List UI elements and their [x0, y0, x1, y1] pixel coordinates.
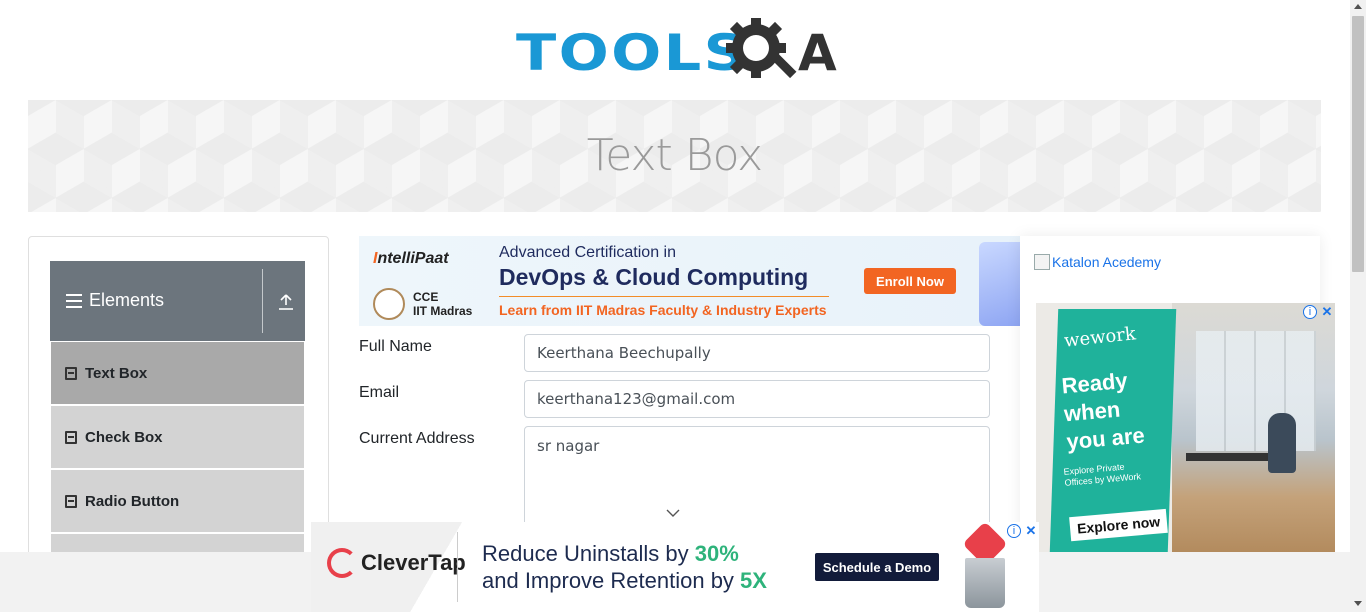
intellipaat-ad[interactable]: IntelliPaat CCE IIT Madras Advanced Cert… — [359, 236, 1020, 326]
page-title: Text Box — [586, 130, 763, 181]
current-address-textarea[interactable]: sr nagar — [524, 426, 990, 536]
vertical-scrollbar[interactable] — [1350, 0, 1366, 612]
cce-badge-text: CCE IIT Madras — [413, 290, 473, 318]
sidebar-item-label: Text Box — [85, 364, 148, 382]
intellipaat-logo: IntelliPaat — [373, 250, 449, 267]
clevertap-ad[interactable]: CleverTap Reduce Uninstalls by 30% and I… — [311, 522, 1039, 612]
katalon-alt-text: Katalon Acedemy — [1052, 254, 1161, 270]
group-divider — [262, 269, 263, 333]
html-icon — [65, 494, 77, 508]
page-banner: Text Box — [28, 100, 1321, 212]
clevertap-ring-icon — [327, 548, 357, 578]
ad-heading: DevOps & Cloud Computing — [499, 264, 809, 290]
schedule-demo-button[interactable]: Schedule a Demo — [815, 553, 939, 581]
clevertap-logo: CleverTap — [327, 548, 466, 578]
sidebar-item-radio-button[interactable]: Radio Button — [51, 470, 304, 532]
clevertap-headline: Reduce Uninstalls by 30% and Improve Ret… — [482, 541, 767, 593]
html-icon — [65, 430, 77, 444]
katalon-academy-image-link[interactable]: Katalon Acedemy — [1034, 254, 1161, 270]
logo-text-a: A — [798, 24, 837, 82]
elements-group-header[interactable]: Elements — [50, 261, 305, 341]
sidebar-item-label: Check Box — [85, 428, 163, 446]
full-name-input[interactable]: Keerthana Beechupally — [524, 334, 990, 372]
ad-illustration — [979, 242, 1020, 326]
left-sidebar: Elements Text Box Check Box Radio Button — [28, 236, 329, 596]
full-name-label: Full Name — [359, 338, 432, 355]
office-person — [1268, 413, 1296, 473]
collapse-arrow-icon[interactable] — [278, 293, 294, 311]
ad-info-icon[interactable]: i — [1007, 524, 1021, 538]
toolsqa-logo[interactable]: TOOLS A — [516, 16, 837, 90]
elements-group-title: Elements — [66, 290, 164, 311]
broken-image-icon — [1034, 254, 1050, 270]
close-icon[interactable]: ✕ — [1024, 523, 1038, 538]
sidebar-item-text-box[interactable]: Text Box — [51, 342, 304, 404]
iit-madras-seal-icon — [373, 288, 405, 320]
html-icon — [65, 366, 77, 380]
hamburger-icon — [66, 293, 82, 308]
ad-tagline: Learn from IIT Madras Faculty & Industry… — [499, 302, 827, 318]
wework-ad[interactable]: wework Ready when you are Explore Privat… — [1036, 303, 1335, 552]
sidebar-item-label: Radio Button — [85, 492, 180, 510]
email-label: Email — [359, 384, 400, 401]
ad-separator — [457, 532, 458, 602]
office-window — [1196, 331, 1316, 451]
current-address-label: Current Address — [359, 430, 475, 447]
ad-subheading: Advanced Certification in — [499, 244, 676, 261]
wework-headline: Ready when you are — [1060, 367, 1146, 455]
sidebar-item-check-box[interactable]: Check Box — [51, 406, 304, 468]
ad-info-icon[interactable]: i — [1303, 305, 1317, 319]
ad-divider — [499, 296, 829, 297]
enroll-now-button[interactable]: Enroll Now — [864, 268, 956, 294]
logo-text-tools: TOOLS — [516, 24, 749, 82]
chevron-down-icon[interactable] — [666, 506, 680, 520]
trash-bin-icon — [965, 558, 1005, 608]
page: TOOLS A Text Box Elements Text Box Check… — [0, 0, 1366, 612]
scroll-up-arrow-icon[interactable] — [1354, 4, 1362, 9]
close-icon[interactable]: ✕ — [1320, 304, 1334, 319]
scroll-thumb[interactable] — [1352, 16, 1364, 272]
elements-group-label: Elements — [89, 290, 165, 310]
scroll-down-arrow-icon[interactable] — [1354, 601, 1362, 606]
gear-magnifier-icon — [726, 18, 797, 79]
email-input[interactable]: keerthana123@gmail.com — [524, 380, 990, 418]
